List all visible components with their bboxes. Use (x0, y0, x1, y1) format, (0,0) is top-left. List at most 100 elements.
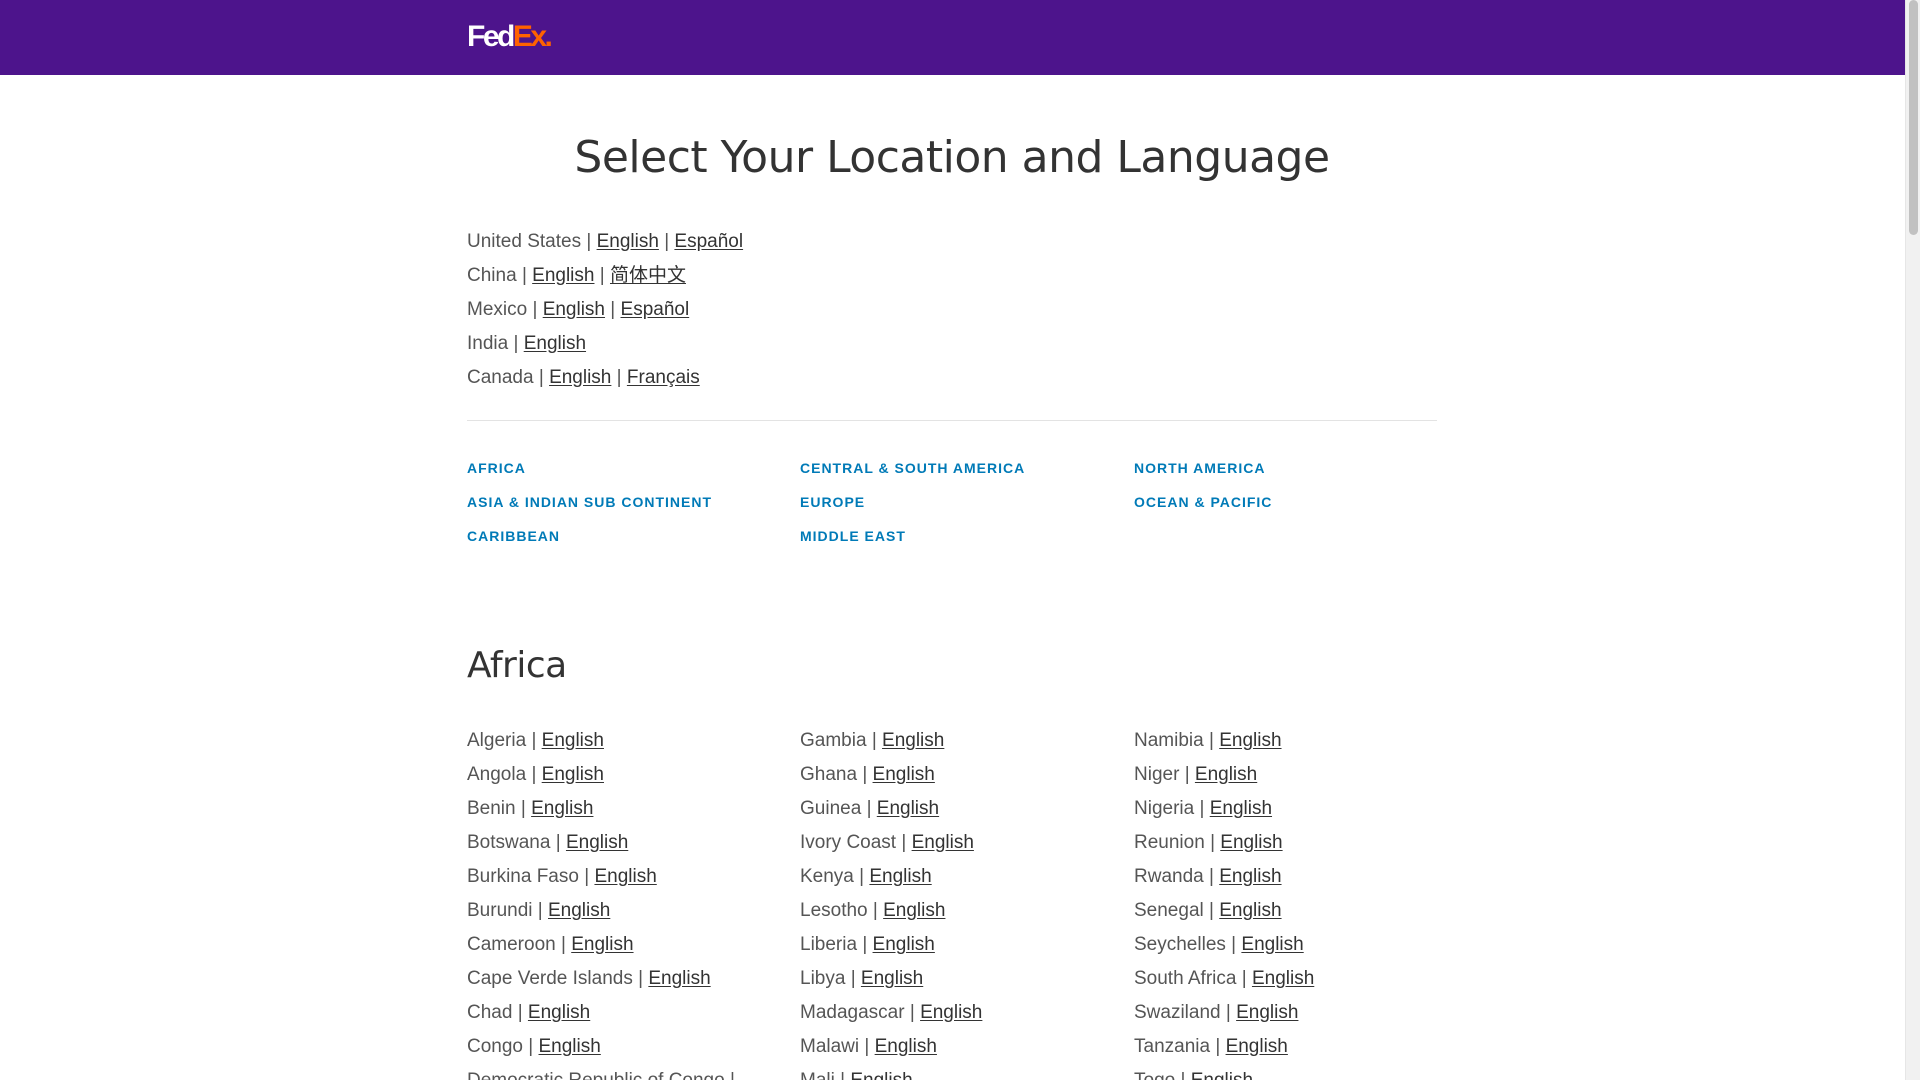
separator: | (537, 900, 543, 921)
language-link[interactable]: English (542, 764, 604, 785)
country-row-south-africa: South Africa | English (1134, 967, 1314, 991)
language-link[interactable]: English (531, 798, 593, 819)
country-name: Tanzania (1134, 1036, 1211, 1057)
language-link[interactable]: English (1220, 832, 1282, 853)
language-link[interactable]: English (1191, 1070, 1253, 1080)
country-row-democratic-republic-of-congo: Democratic Republic of Congo | (467, 1069, 735, 1080)
country-name: Senegal (1134, 900, 1204, 921)
country-name: Seychelles (1134, 934, 1226, 955)
language-link[interactable]: Español (621, 299, 690, 320)
language-link[interactable]: English (542, 730, 604, 751)
country-name: Togo (1134, 1070, 1175, 1080)
region-link-middle-east[interactable]: MIDDLE EAST (800, 527, 906, 545)
region-link-asia-indian-sub-continent[interactable]: ASIA & INDIAN SUB CONTINENT (467, 493, 712, 511)
language-link[interactable]: English (912, 832, 974, 853)
language-link[interactable]: English (920, 1002, 982, 1023)
country-name: Kenya (800, 866, 854, 887)
scrollbar-thumb[interactable] (1909, 0, 1918, 235)
country-row-cameroon: Cameroon | English (467, 933, 634, 957)
language-link[interactable]: English (548, 900, 610, 921)
country-row-nigeria: Nigeria | English (1134, 797, 1272, 821)
separator: | (866, 798, 872, 819)
region-link-ocean-pacific[interactable]: OCEAN & PACIFIC (1134, 493, 1272, 511)
country-name: Cape Verde Islands (467, 968, 633, 989)
country-name: Libya (800, 968, 846, 989)
separator: | (871, 730, 877, 751)
separator: | (531, 764, 537, 785)
language-link[interactable]: English (1195, 764, 1257, 785)
language-link[interactable]: English (861, 968, 923, 989)
language-link[interactable]: English (1236, 1002, 1298, 1023)
separator: | (909, 1002, 915, 1023)
logo-fed-text: Fed (467, 20, 515, 53)
page-scrollbar[interactable] (1905, 0, 1920, 1080)
country-row-malawi: Malawi | English (800, 1035, 937, 1059)
language-link[interactable]: English (566, 832, 628, 853)
country-name: Burundi (467, 900, 533, 921)
language-link[interactable]: English (875, 1036, 937, 1057)
page: FedEx. Select Your Location and Language… (0, 0, 1905, 1080)
country-name: Democratic Republic of Congo (467, 1070, 725, 1080)
country-name: China (467, 265, 517, 286)
country-row-benin: Benin | English (467, 797, 593, 821)
separator: | (528, 1036, 534, 1057)
language-link[interactable]: 简体中文 (610, 265, 686, 286)
region-link-europe[interactable]: EUROPE (800, 493, 865, 511)
language-link[interactable]: English (869, 866, 931, 887)
separator: | (862, 764, 868, 785)
language-link[interactable]: English (532, 265, 594, 286)
language-link[interactable]: English (882, 730, 944, 751)
country-name: Malawi (800, 1036, 860, 1057)
language-link[interactable]: English (549, 367, 611, 388)
language-link[interactable]: English (873, 764, 935, 785)
language-link[interactable]: English (1210, 798, 1272, 819)
language-link[interactable]: English (873, 934, 935, 955)
country-row-ivory-coast: Ivory Coast | English (800, 831, 974, 855)
separator: | (584, 866, 590, 887)
region-link-north-america[interactable]: NORTH AMERICA (1134, 459, 1265, 477)
language-link[interactable]: Français (627, 367, 700, 388)
language-link[interactable]: English (594, 866, 656, 887)
separator: | (1199, 798, 1205, 819)
region-link-caribbean[interactable]: CARIBBEAN (467, 527, 560, 545)
fedex-logo[interactable]: FedEx. (467, 20, 553, 54)
country-row-burundi: Burundi | English (467, 899, 610, 923)
country-row-swaziland: Swaziland | English (1134, 1001, 1298, 1025)
language-link[interactable]: English (883, 900, 945, 921)
viewport: FedEx. Select Your Location and Language… (0, 0, 1920, 1080)
region-link-africa[interactable]: AFRICA (467, 459, 526, 477)
country-row-niger: Niger | English (1134, 763, 1257, 787)
country-name: Botswana (467, 832, 551, 853)
language-link[interactable]: English (877, 798, 939, 819)
language-link[interactable]: English (850, 1070, 912, 1080)
language-link[interactable]: English (648, 968, 710, 989)
country-name: Mali (800, 1070, 835, 1080)
separator: | (1225, 1002, 1231, 1023)
country-name: Guinea (800, 798, 862, 819)
language-link[interactable]: English (524, 333, 586, 354)
language-link[interactable]: English (1219, 866, 1281, 887)
language-link[interactable]: Español (674, 231, 743, 252)
language-link[interactable]: English (543, 299, 605, 320)
separator: | (586, 231, 592, 252)
country-name: Swaziland (1134, 1002, 1221, 1023)
country-row-reunion: Reunion | English (1134, 831, 1283, 855)
language-link[interactable]: English (528, 1002, 590, 1023)
language-link[interactable]: English (597, 231, 659, 252)
separator: | (1215, 1036, 1221, 1057)
language-link[interactable]: English (539, 1036, 601, 1057)
region-link-central-south-america[interactable]: CENTRAL & SOUTH AMERICA (800, 459, 1025, 477)
country-name: Angola (467, 764, 527, 785)
country-name: United States (467, 231, 582, 252)
language-link[interactable]: English (1219, 900, 1281, 921)
language-link[interactable]: English (1241, 934, 1303, 955)
language-link[interactable]: English (1226, 1036, 1288, 1057)
language-link[interactable]: English (1252, 968, 1314, 989)
section-title-africa: Africa (467, 645, 567, 686)
country-row-botswana: Botswana | English (467, 831, 628, 855)
language-link[interactable]: English (1219, 730, 1281, 751)
separator: | (561, 934, 566, 955)
language-link[interactable]: English (571, 934, 633, 955)
separator: | (532, 299, 538, 320)
separator: | (664, 231, 670, 252)
